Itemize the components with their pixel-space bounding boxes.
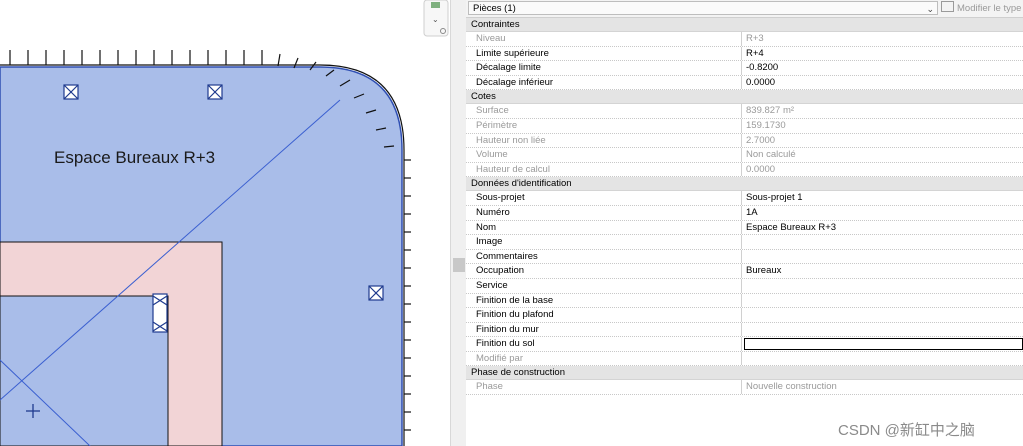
property-row: Hauteur de calcul 0.0000 bbox=[466, 162, 1023, 178]
property-row[interactable]: Finition du plafond bbox=[466, 308, 1023, 323]
properties-grid: Contraintes Niveau R+3 Limite supérieure R+4… bbox=[466, 18, 1023, 396]
property-row[interactable]: Sous-projet Sous-projet 1 bbox=[466, 191, 1023, 206]
property-label: Service bbox=[466, 278, 742, 293]
property-value[interactable]: Sous-projet 1 bbox=[742, 191, 1023, 205]
drawing-canvas[interactable]: ⌄ Espace Bureaux R+3 bbox=[0, 0, 450, 446]
property-row[interactable]: Finition du sol bbox=[466, 337, 1023, 352]
property-label: Surface bbox=[466, 104, 742, 118]
property-row: Phase Nouvelle construction bbox=[466, 380, 1023, 396]
edit-type-icon bbox=[941, 1, 954, 12]
section-header[interactable]: Données d'identification bbox=[466, 177, 1023, 192]
edit-type-button[interactable]: Modifier le type bbox=[941, 1, 1021, 15]
property-value: Non calculé bbox=[746, 149, 796, 161]
property-label: Finition de la base bbox=[466, 293, 742, 308]
type-selector-bar: Pièces (1) ⌄ Modifier le type bbox=[466, 0, 1023, 18]
property-label: Niveau bbox=[466, 32, 742, 46]
section-header[interactable]: Cotes bbox=[466, 90, 1023, 105]
property-value[interactable]: 1A bbox=[742, 206, 1023, 220]
watermark-text: CSDN @新缸中之脑 bbox=[838, 422, 975, 439]
property-label: Image bbox=[466, 235, 742, 249]
property-label: Numéro bbox=[466, 205, 742, 220]
property-value[interactable]: 0.0000 bbox=[742, 76, 1023, 90]
panel-splitter[interactable] bbox=[450, 0, 467, 446]
property-value[interactable] bbox=[742, 250, 1023, 264]
floor-plan[interactable]: ⌄ bbox=[0, 0, 450, 446]
property-label: Limite supérieure bbox=[466, 46, 742, 61]
property-value: R+3 bbox=[746, 33, 764, 44]
property-value: 2.7000 bbox=[746, 134, 776, 146]
property-value[interactable] bbox=[742, 235, 1023, 249]
inner-room-area[interactable] bbox=[0, 295, 169, 446]
property-value[interactable] bbox=[742, 294, 1023, 308]
property-row[interactable]: Décalage inférieur 0.0000 bbox=[466, 75, 1023, 91]
property-row: Surface 839.827 m² bbox=[466, 104, 1023, 119]
svg-text:⌄: ⌄ bbox=[432, 15, 439, 24]
property-row[interactable]: Finition de la base bbox=[466, 293, 1023, 309]
properties-palette: Pièces (1) ⌄ Modifier le type Contrainte… bbox=[466, 0, 1023, 446]
property-label: Finition du plafond bbox=[466, 308, 742, 322]
property-value: Nouvelle construction bbox=[746, 381, 837, 393]
property-label: Hauteur de calcul bbox=[466, 162, 742, 177]
property-label: Volume bbox=[466, 148, 742, 162]
property-value[interactable]: R+4 bbox=[742, 47, 1023, 61]
property-label: Finition du sol bbox=[466, 337, 742, 351]
view-control-icon[interactable]: ⌄ bbox=[423, 0, 449, 37]
chevron-down-icon[interactable]: ⌄ bbox=[926, 2, 934, 16]
property-label: Périmètre bbox=[466, 118, 742, 133]
property-value[interactable]: Bureaux bbox=[742, 264, 1023, 278]
type-selector-dropdown[interactable]: Pièces (1) ⌄ bbox=[468, 1, 938, 15]
property-row: Périmètre 159.1730 bbox=[466, 118, 1023, 134]
property-row[interactable]: Image bbox=[466, 235, 1023, 250]
property-row: Modifié par bbox=[466, 351, 1023, 367]
property-value: 0.0000 bbox=[746, 163, 776, 175]
property-row: Niveau R+3 bbox=[466, 32, 1023, 47]
room-name-label[interactable]: Espace Bureaux R+3 bbox=[54, 148, 215, 168]
property-value: 839.827 m² bbox=[746, 105, 795, 117]
section-header[interactable]: Contraintes bbox=[466, 18, 1023, 32]
property-row[interactable]: Nom Espace Bureaux R+3 bbox=[466, 220, 1023, 236]
property-label: Commentaires bbox=[466, 249, 742, 264]
splitter-grip[interactable] bbox=[453, 258, 465, 272]
type-selector-value: Pièces (1) bbox=[473, 3, 516, 14]
property-label: Décalage limite bbox=[466, 61, 742, 75]
property-row[interactable]: Occupation Bureaux bbox=[466, 264, 1023, 279]
property-row[interactable]: Service bbox=[466, 278, 1023, 294]
section-header[interactable]: Phase de construction bbox=[466, 366, 1023, 381]
property-row[interactable]: Limite supérieure R+4 bbox=[466, 46, 1023, 62]
property-label: Occupation bbox=[466, 264, 742, 278]
property-value[interactable]: -0.8200 bbox=[742, 61, 1023, 75]
property-value[interactable] bbox=[742, 323, 1023, 337]
property-label: Modifié par bbox=[466, 351, 742, 366]
property-value-input[interactable] bbox=[744, 338, 1023, 351]
property-value: 159.1730 bbox=[746, 119, 786, 131]
edit-type-label: Modifier le type bbox=[957, 3, 1022, 14]
property-row[interactable]: Commentaires bbox=[466, 249, 1023, 265]
property-label: Décalage inférieur bbox=[466, 75, 742, 90]
property-label: Phase bbox=[466, 380, 742, 395]
property-value bbox=[742, 352, 1023, 366]
property-label: Hauteur non liée bbox=[466, 133, 742, 148]
property-row[interactable]: Numéro 1A bbox=[466, 205, 1023, 221]
property-row: Hauteur non liée 2.7000 bbox=[466, 133, 1023, 149]
property-label: Nom bbox=[466, 220, 742, 235]
property-value[interactable] bbox=[742, 279, 1023, 293]
property-value[interactable]: Espace Bureaux R+3 bbox=[742, 221, 1023, 235]
property-label: Finition du mur bbox=[466, 322, 742, 337]
property-row: Volume Non calculé bbox=[466, 148, 1023, 163]
property-value[interactable] bbox=[742, 308, 1023, 322]
property-row[interactable]: Finition du mur bbox=[466, 322, 1023, 338]
property-label: Sous-projet bbox=[466, 191, 742, 205]
property-row[interactable]: Décalage limite -0.8200 bbox=[466, 61, 1023, 76]
